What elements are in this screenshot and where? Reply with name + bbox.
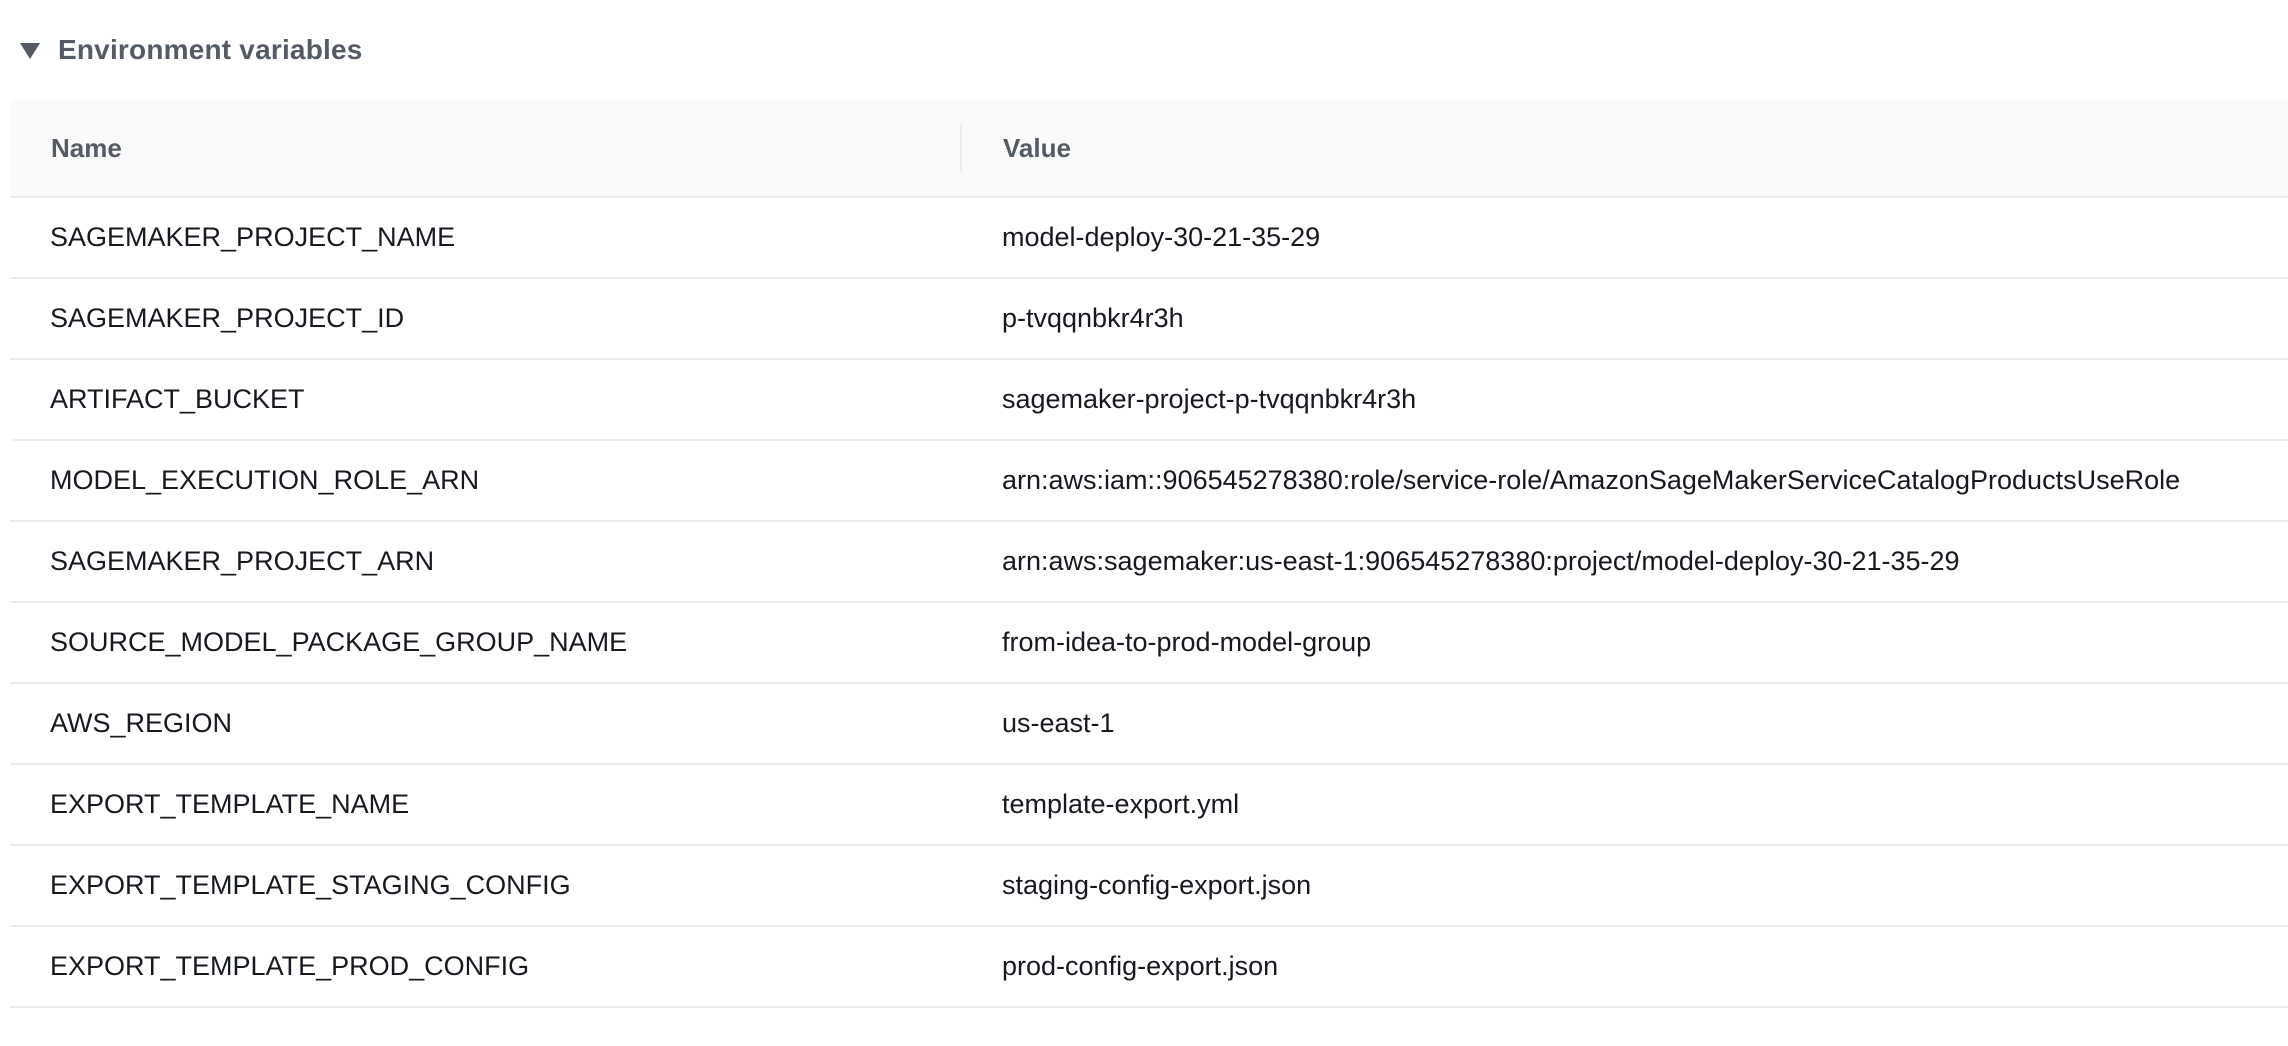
variable-value: sagemaker-project-p-tvqqnbkr4r3h — [1002, 384, 1417, 414]
variable-name: SAGEMAKER_PROJECT_ARN — [50, 546, 435, 576]
column-header-name: Name — [10, 100, 962, 196]
table-row: SAGEMAKER_PROJECT_ARN arn:aws:sagemaker:… — [10, 522, 2288, 603]
section-title: Environment variables — [58, 34, 363, 65]
table-row: SAGEMAKER_PROJECT_NAME model-deploy-30-2… — [10, 198, 2288, 279]
variable-name: SOURCE_MODEL_PACKAGE_GROUP_NAME — [50, 627, 628, 657]
variable-name: ARTIFACT_BUCKET — [50, 384, 305, 414]
table-body: SAGEMAKER_PROJECT_NAME model-deploy-30-2… — [10, 198, 2288, 1008]
table-header: Name Value — [10, 100, 2288, 198]
environment-variables-table: Name Value SAGEMAKER_PROJECT_NAME model-… — [10, 100, 2288, 1008]
variable-name: SAGEMAKER_PROJECT_ID — [50, 303, 405, 333]
table-row: EXPORT_TEMPLATE_NAME template-export.yml — [10, 765, 2288, 846]
variable-value: staging-config-export.json — [1002, 870, 1312, 900]
variable-value: prod-config-export.json — [1002, 951, 1279, 981]
column-header-value: Value — [1003, 132, 1071, 163]
variable-name: AWS_REGION — [50, 708, 233, 738]
variable-value: us-east-1 — [1002, 708, 1115, 738]
variable-value: arn:aws:sagemaker:us-east-1:906545278380… — [1002, 546, 1960, 576]
variable-value: template-export.yml — [1002, 789, 1240, 819]
variable-value: arn:aws:iam::906545278380:role/service-r… — [1002, 465, 2181, 495]
caret-down-icon — [20, 43, 40, 59]
table-row: SOURCE_MODEL_PACKAGE_GROUP_NAME from-ide… — [10, 603, 2288, 684]
variable-name: EXPORT_TEMPLATE_PROD_CONFIG — [50, 951, 530, 981]
table-row: SAGEMAKER_PROJECT_ID p-tvqqnbkr4r3h — [10, 279, 2288, 360]
variable-value: p-tvqqnbkr4r3h — [1002, 303, 1184, 333]
table-row: ARTIFACT_BUCKET sagemaker-project-p-tvqq… — [10, 360, 2288, 441]
variable-name: MODEL_EXECUTION_ROLE_ARN — [50, 465, 480, 495]
variable-value: from-idea-to-prod-model-group — [1002, 627, 1372, 657]
table-row: EXPORT_TEMPLATE_STAGING_CONFIG staging-c… — [10, 846, 2288, 927]
table-row: AWS_REGION us-east-1 — [10, 684, 2288, 765]
variable-value: model-deploy-30-21-35-29 — [1002, 222, 1321, 252]
table-row: EXPORT_TEMPLATE_PROD_CONFIG prod-config-… — [10, 927, 2288, 1008]
environment-variables-toggle[interactable]: Environment variables — [20, 28, 363, 72]
table-row: MODEL_EXECUTION_ROLE_ARN arn:aws:iam::90… — [10, 441, 2288, 522]
variable-name: EXPORT_TEMPLATE_NAME — [50, 789, 410, 819]
variable-name: SAGEMAKER_PROJECT_NAME — [50, 222, 456, 252]
variable-name: EXPORT_TEMPLATE_STAGING_CONFIG — [50, 870, 571, 900]
